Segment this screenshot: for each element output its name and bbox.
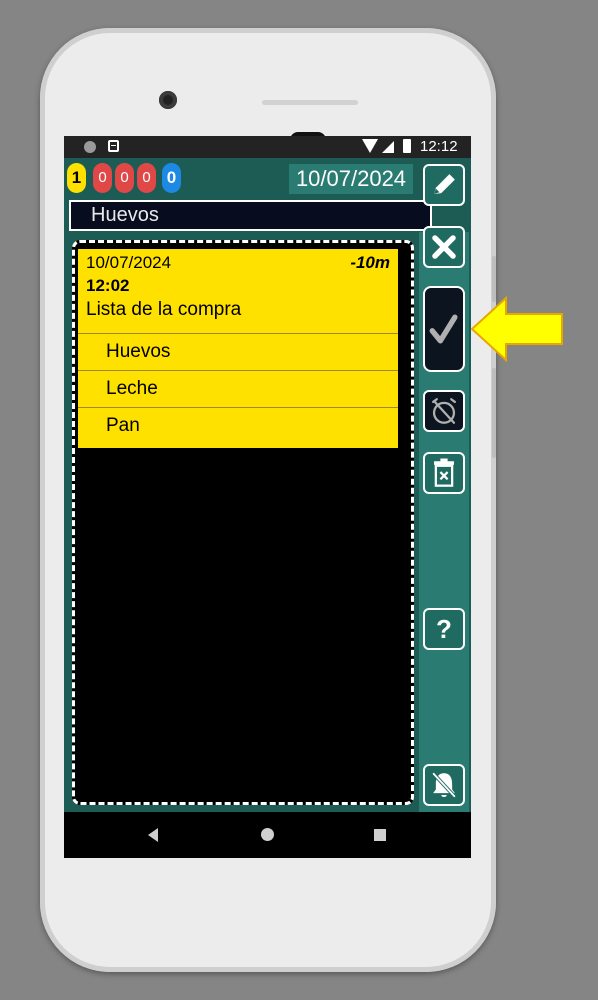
counter-red-2[interactable]: 0 xyxy=(115,163,134,193)
signal-icon xyxy=(382,141,394,153)
trash-icon xyxy=(434,458,454,487)
note-items: Huevos Leche Pan xyxy=(78,333,398,444)
check-icon xyxy=(429,314,458,344)
current-date[interactable]: 10/07/2024 xyxy=(289,164,413,194)
notification-dot-icon xyxy=(84,141,96,153)
counter-yellow[interactable]: 1 xyxy=(67,163,86,193)
wifi-icon xyxy=(362,139,378,153)
help-button[interactable]: ? xyxy=(423,608,465,650)
counter-blue[interactable]: 0 xyxy=(162,163,181,193)
notes-area: 10/07/2024 -10m 12:02 Lista de la compra… xyxy=(72,240,414,805)
note-card[interactable]: 10/07/2024 -10m 12:02 Lista de la compra… xyxy=(78,249,398,448)
delete-button[interactable] xyxy=(423,452,465,494)
pointer-arrow-icon xyxy=(470,296,563,362)
list-item[interactable]: Huevos xyxy=(78,333,398,370)
status-time: 12:12 xyxy=(420,138,458,155)
phone-screen: 12:12 1 0 0 0 0 10/07/2024 Huevos ? 10/0… xyxy=(64,136,471,858)
list-item[interactable]: Pan xyxy=(78,407,398,444)
back-icon[interactable] xyxy=(148,828,158,842)
complete-button[interactable] xyxy=(423,286,465,372)
bell-off-icon xyxy=(431,772,457,798)
alarm-off-button[interactable] xyxy=(423,390,465,432)
recents-icon[interactable] xyxy=(374,829,386,841)
alarm-off-icon xyxy=(432,398,456,424)
note-title: Lista de la compra xyxy=(86,299,242,320)
cancel-button[interactable] xyxy=(423,226,465,268)
mute-button[interactable] xyxy=(423,764,465,806)
close-icon xyxy=(432,235,456,259)
list-item[interactable]: Leche xyxy=(78,370,398,407)
calendar-icon xyxy=(108,140,119,152)
help-icon: ? xyxy=(436,614,452,644)
front-camera xyxy=(159,91,177,109)
status-bar: 12:12 xyxy=(64,136,471,158)
counter-red-1[interactable]: 0 xyxy=(93,163,112,193)
home-icon[interactable] xyxy=(261,828,274,841)
earpiece-speaker xyxy=(262,100,358,105)
navigation-bar xyxy=(64,812,471,858)
battery-icon xyxy=(403,139,411,153)
counter-red-3[interactable]: 0 xyxy=(137,163,156,193)
note-time-ago: -10m xyxy=(350,253,390,272)
edit-button[interactable] xyxy=(423,164,465,206)
edit-icon xyxy=(434,174,455,195)
note-time: 12:02 xyxy=(86,276,130,295)
volume-button xyxy=(492,368,496,458)
note-date: 10/07/2024 xyxy=(86,253,172,272)
title-input[interactable]: Huevos xyxy=(69,200,432,231)
